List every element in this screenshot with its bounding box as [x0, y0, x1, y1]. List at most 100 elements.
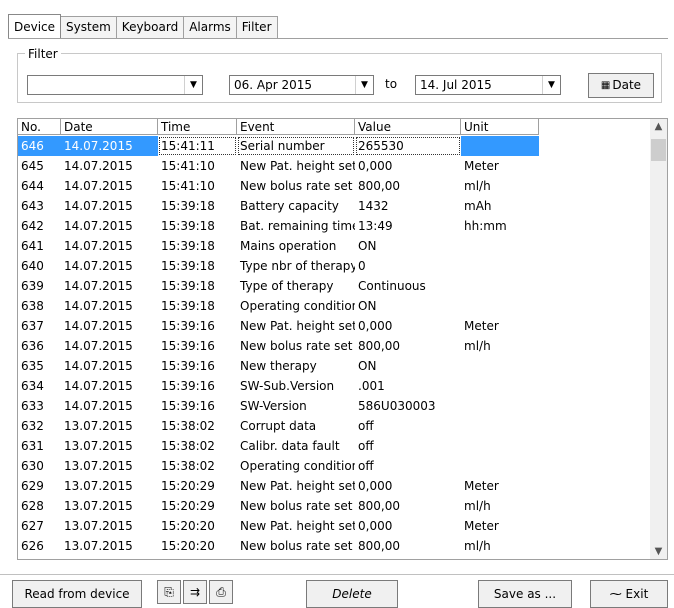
tab-alarms[interactable]: Alarms: [183, 16, 237, 38]
cell-time: 15:38:02: [161, 459, 215, 473]
delete-button[interactable]: Delete: [306, 580, 398, 608]
table-row[interactable]: 631 13.07.2015 15:38:02 Calibr. data fault o…: [18, 436, 539, 456]
table-row[interactable]: 634 14.07.2015 15:39:16 SW-Sub.Version .001: [18, 376, 539, 396]
table-row[interactable]: 640 14.07.2015 15:39:18 Type nbr of therapy…: [18, 256, 539, 276]
cell-value: off: [358, 459, 374, 473]
cell-unit: [461, 396, 539, 416]
date-button[interactable]: ▦ Date: [588, 73, 654, 98]
column-header-time[interactable]: Time: [158, 119, 237, 135]
table-row[interactable]: 628 13.07.2015 15:20:29 New bolus rate set 8…: [18, 496, 539, 516]
cell-time: 15:39:16: [161, 319, 215, 333]
print-icon[interactable]: ⎙: [209, 580, 233, 604]
table-row[interactable]: 643 14.07.2015 15:39:18 Battery capacity 143…: [18, 196, 539, 216]
table-row[interactable]: 645 14.07.2015 15:41:10 New Pat. height set…: [18, 156, 539, 176]
column-header-date[interactable]: Date: [61, 119, 158, 135]
table-row[interactable]: 638 14.07.2015 15:39:18 Operating condition…: [18, 296, 539, 316]
cell-event: New Pat. height set: [240, 519, 355, 533]
footer-divider: [0, 574, 674, 575]
exit-button[interactable]: ⁓ Exit: [590, 580, 668, 608]
column-header-unit[interactable]: Unit: [461, 119, 539, 135]
table-body: 646 14.07.2015 15:41:11 Serial number 265530…: [18, 136, 539, 556]
cell-no: 645: [21, 159, 44, 173]
scroll-up-icon[interactable]: ▲: [650, 121, 667, 132]
cell-event: New Pat. height set: [240, 159, 355, 173]
cell-unit: [461, 436, 539, 456]
cell-no: 626: [21, 539, 44, 553]
cell-value: ON: [358, 359, 377, 373]
to-date-select[interactable]: 14. Jul 2015 ▼: [415, 75, 561, 95]
cell-no: 628: [21, 499, 44, 513]
table-row[interactable]: 633 14.07.2015 15:39:16 SW-Version 586U03000…: [18, 396, 539, 416]
cell-date: 14.07.2015: [64, 219, 133, 233]
cell-no: 630: [21, 459, 44, 473]
cell-event: New therapy: [240, 359, 317, 373]
read-from-device-button[interactable]: Read from device: [12, 580, 142, 608]
cell-no: 633: [21, 399, 44, 413]
cell-no: 644: [21, 179, 44, 193]
cell-unit: [461, 376, 539, 396]
table-row[interactable]: 642 14.07.2015 15:39:18 Bat. remaining time…: [18, 216, 539, 236]
cell-date: 14.07.2015: [61, 136, 158, 156]
cell-unit: [461, 136, 539, 156]
cell-event: Battery capacity: [240, 199, 339, 213]
cell-value: 0,000: [358, 519, 393, 533]
cell-date: 13.07.2015: [64, 439, 133, 453]
cell-time: 15:38:02: [161, 419, 215, 433]
event-filter-select[interactable]: ▼: [27, 75, 203, 95]
scroll-thumb[interactable]: [651, 139, 666, 161]
save-as-button[interactable]: Save as ...: [478, 580, 572, 608]
tab-keyboard[interactable]: Keyboard: [115, 16, 185, 38]
cell-event: Operating condition: [240, 459, 355, 473]
to-label: to: [385, 77, 398, 91]
cell-no: 636: [21, 339, 44, 353]
cell-value: 800,00: [358, 499, 400, 513]
table-row[interactable]: 629 13.07.2015 15:20:29 New Pat. height set…: [18, 476, 539, 496]
column-header-event[interactable]: Event: [237, 119, 355, 135]
scroll-down-icon[interactable]: ▼: [650, 546, 667, 557]
filter-legend: Filter: [25, 47, 61, 61]
cell-no: 632: [21, 419, 44, 433]
tab-system[interactable]: System: [60, 16, 117, 38]
cell-event: SW-Version: [240, 399, 307, 413]
table-row[interactable]: 632 13.07.2015 15:38:02 Corrupt data off: [18, 416, 539, 436]
from-date-select[interactable]: 06. Apr 2015 ▼: [229, 75, 374, 95]
cell-unit: [461, 236, 539, 256]
tab-filter[interactable]: Filter: [235, 16, 278, 38]
column-header-no[interactable]: No.: [18, 119, 61, 135]
cell-event: New Pat. height set: [240, 319, 355, 333]
table-row[interactable]: 644 14.07.2015 15:41:10 New bolus rate set 8…: [18, 176, 539, 196]
table-row[interactable]: 635 14.07.2015 15:39:16 New therapy ON: [18, 356, 539, 376]
cell-value: ON: [358, 299, 377, 313]
cell-unit: ml/h: [464, 499, 491, 513]
dropdown-arrow-icon[interactable]: ▼: [184, 76, 202, 94]
table-row[interactable]: 641 14.07.2015 15:39:18 Mains operation ON: [18, 236, 539, 256]
cell-event: Corrupt data: [240, 419, 317, 433]
tab-device[interactable]: Device: [8, 14, 62, 38]
cell-value: 800,00: [358, 339, 400, 353]
cell-value: 586U030003: [358, 399, 436, 413]
dropdown-arrow-icon[interactable]: ▼: [355, 76, 373, 94]
cell-time: 15:39:16: [161, 339, 215, 353]
cell-time: 15:41:10: [161, 159, 215, 173]
table-row[interactable]: 637 14.07.2015 15:39:16 New Pat. height set…: [18, 316, 539, 336]
export-icon[interactable]: ⇉: [183, 580, 207, 604]
cell-value: 265530: [355, 136, 461, 156]
table-row[interactable]: 646 14.07.2015 15:41:11 Serial number 265530: [18, 136, 539, 156]
tab-divider: [8, 38, 668, 39]
dropdown-arrow-icon[interactable]: ▼: [542, 76, 560, 94]
table-row[interactable]: 627 13.07.2015 15:20:20 New Pat. height set…: [18, 516, 539, 536]
cell-no: 635: [21, 359, 44, 373]
table-row[interactable]: 626 13.07.2015 15:20:20 New bolus rate set 8…: [18, 536, 539, 556]
table-row[interactable]: 636 14.07.2015 15:39:16 New bolus rate set 8…: [18, 336, 539, 356]
cell-value: Continuous: [358, 279, 426, 293]
cell-value: ON: [358, 239, 377, 253]
cell-event: Type nbr of therapy: [240, 259, 355, 273]
vertical-scrollbar[interactable]: ▲ ▼: [650, 119, 667, 559]
event-table[interactable]: No. Date Time Event Value Unit 646 14.07.…: [17, 118, 668, 560]
table-row[interactable]: 630 13.07.2015 15:38:02 Operating condition…: [18, 456, 539, 476]
cell-unit: Meter: [464, 159, 499, 173]
to-date-value: 14. Jul 2015: [420, 78, 492, 92]
table-row[interactable]: 639 14.07.2015 15:39:18 Type of therapy Cont…: [18, 276, 539, 296]
column-header-value[interactable]: Value: [355, 119, 461, 135]
copy-icon[interactable]: ⎘: [157, 580, 181, 604]
